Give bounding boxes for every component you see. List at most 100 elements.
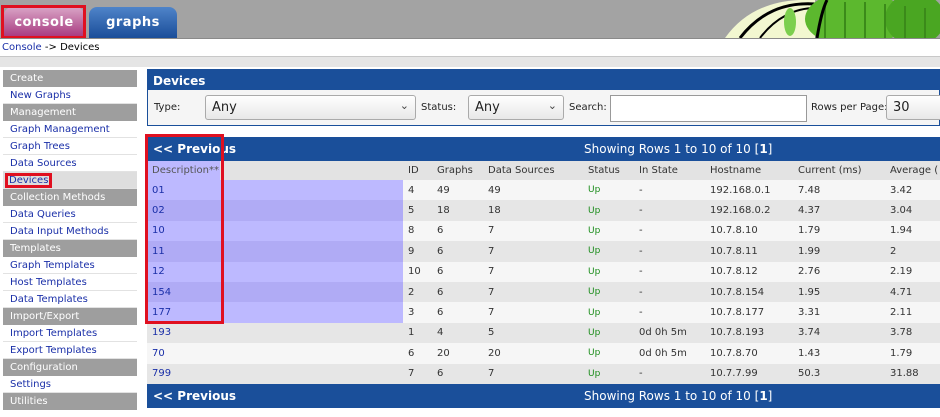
sidebar-item-data-sources[interactable]: Data Sources (3, 155, 137, 172)
sidebar-item-import-templates[interactable]: Import Templates (3, 325, 137, 342)
sidebar-header-management: Management (3, 104, 137, 121)
tab-graphs[interactable]: graphs (89, 7, 177, 38)
cell-id: 8 (403, 220, 432, 242)
devices-table: Description** ID Graphs Data Sources Sta… (147, 161, 940, 384)
sidebar-item-label[interactable]: Graph Trees (10, 141, 70, 152)
search-input[interactable] (610, 95, 807, 122)
sidebar-item-graph-management[interactable]: Graph Management (3, 121, 137, 138)
cell-current: 4.37 (793, 200, 885, 221)
current-page[interactable]: 1 (759, 389, 767, 403)
column-header-id[interactable]: ID (403, 161, 432, 180)
sidebar-item-label[interactable]: Graph Templates (10, 260, 95, 271)
breadcrumb: Console -> Devices (0, 38, 940, 57)
cell-in-state: - (634, 281, 705, 303)
cell-description[interactable]: 799 (147, 363, 403, 384)
sidebar-header-create: Create (3, 70, 137, 87)
column-header-average[interactable]: Average ( (885, 161, 940, 180)
cell-graphs: 6 (432, 261, 483, 282)
cell-description[interactable]: 10 (147, 220, 403, 242)
current-page[interactable]: 1 (759, 142, 767, 156)
sidebar-item-label[interactable]: Graph Management (10, 124, 110, 135)
sidebar-item-label[interactable]: Export Templates (10, 345, 97, 356)
sidebar-item-label[interactable]: Host Templates (10, 277, 87, 288)
column-header-current[interactable]: Current (ms) (793, 161, 885, 180)
cell-average: 4.71 (885, 281, 940, 303)
type-select[interactable]: Any ⌄ (205, 95, 416, 120)
sidebar-item-label[interactable]: Import Templates (10, 328, 97, 339)
sidebar-item-label[interactable]: New Graphs (10, 90, 71, 101)
breadcrumb-console-link[interactable]: Console (2, 42, 42, 53)
sidebar-item-host-templates[interactable]: Host Templates (3, 274, 137, 291)
cell-status: Up (583, 241, 634, 262)
sidebar-item-label[interactable]: Data Templates (10, 294, 88, 305)
cell-data-sources: 20 (483, 343, 583, 364)
column-header-hostname[interactable]: Hostname (705, 161, 793, 180)
status-select[interactable]: Any ⌄ (468, 95, 564, 120)
cell-status: Up (583, 261, 634, 282)
cell-hostname: 192.168.0.1 (705, 180, 793, 201)
cell-description[interactable]: 177 (147, 302, 403, 323)
breadcrumb-current: Devices (60, 42, 100, 53)
previous-page-link[interactable]: << Previous (153, 389, 236, 403)
cell-description[interactable]: 01 (147, 180, 403, 201)
sidebar-item-label[interactable]: Devices (4, 173, 53, 188)
sidebar-item-data-templates[interactable]: Data Templates (3, 291, 137, 308)
table-row: 193 1 4 5 Up 0d 0h 5m 10.7.8.193 3.74 3.78 (147, 322, 940, 344)
table-row: 799 7 6 7 Up -10.7.7.99 50.3 31.88 (147, 363, 940, 384)
sidebar-item-label[interactable]: Data Queries (10, 209, 76, 220)
cell-id: 9 (403, 241, 432, 262)
pagination-bottom: << Previous Showing Rows 1 to 10 of 10 [… (147, 383, 940, 408)
main-content: Devices Type: Any ⌄ Status: Any ⌄ Search… (145, 67, 940, 417)
column-header-graphs[interactable]: Graphs (432, 161, 483, 180)
type-label: Type: (154, 102, 181, 113)
cell-current: 2.76 (793, 261, 885, 282)
sidebar-header-import-export: Import/Export (3, 308, 137, 325)
cell-average: 2.11 (885, 302, 940, 323)
sidebar-item-data-queries[interactable]: Data Queries (3, 206, 137, 223)
sidebar-item-devices[interactable]: Devices (3, 172, 137, 189)
cell-description[interactable]: 02 (147, 200, 403, 221)
cell-id: 5 (403, 200, 432, 221)
cell-average: 2.19 (885, 261, 940, 282)
pagination-top: << Previous Showing Rows 1 to 10 of 10 [… (147, 137, 940, 161)
sidebar-item-export-templates[interactable]: Export Templates (3, 342, 137, 359)
cell-data-sources: 7 (483, 261, 583, 282)
cell-current: 3.31 (793, 302, 885, 323)
column-header-description[interactable]: Description** (147, 161, 403, 180)
cell-hostname: 192.168.0.2 (705, 200, 793, 221)
sidebar-item-label[interactable]: Data Sources (10, 158, 77, 169)
cell-average: 3.42 (885, 180, 940, 201)
column-header-label[interactable]: Description** (147, 161, 220, 180)
column-header-status[interactable]: Status (583, 161, 634, 180)
sidebar-item-label[interactable]: Data Input Methods (10, 226, 109, 237)
cell-description[interactable]: 11 (147, 241, 403, 262)
table-row: 154 2 6 7 Up -10.7.8.154 1.95 4.71 (147, 281, 940, 303)
sidebar-header-utilities: Utilities (3, 393, 137, 410)
cactus-logo-icon (705, 0, 940, 38)
cell-graphs: 20 (432, 343, 483, 364)
cell-description[interactable]: 193 (147, 322, 403, 344)
table-row: 02 5 18 18 Up -192.168.0.2 4.37 3.04 (147, 200, 940, 221)
cell-current: 50.3 (793, 363, 885, 384)
sidebar-item-new-graphs[interactable]: New Graphs (3, 87, 137, 104)
sidebar-item-settings[interactable]: Settings (3, 376, 137, 393)
highlight-console-tab (1, 5, 86, 38)
column-header-in-state[interactable]: In State (634, 161, 705, 180)
rows-per-page-label: Rows per Page: (811, 102, 888, 113)
cell-data-sources: 49 (483, 180, 583, 201)
cell-description[interactable]: 154 (147, 281, 403, 303)
sidebar-item-data-input-methods[interactable]: Data Input Methods (3, 223, 137, 240)
rows-per-page-select[interactable]: 30 (886, 95, 940, 120)
cell-in-state: - (634, 302, 705, 323)
cell-description[interactable]: 12 (147, 261, 403, 282)
table-row: 177 3 6 7 Up -10.7.8.177 3.31 2.11 (147, 302, 940, 323)
cell-status: Up (583, 322, 634, 344)
cell-in-state: - (634, 261, 705, 282)
previous-page-link[interactable]: << Previous (153, 142, 236, 156)
sidebar-item-label[interactable]: Settings (10, 379, 51, 390)
sidebar-item-graph-trees[interactable]: Graph Trees (3, 138, 137, 155)
column-header-data-sources[interactable]: Data Sources (483, 161, 583, 180)
sidebar-item-graph-templates[interactable]: Graph Templates (3, 257, 137, 274)
cell-description[interactable]: 70 (147, 343, 403, 364)
cell-id: 6 (403, 343, 432, 364)
